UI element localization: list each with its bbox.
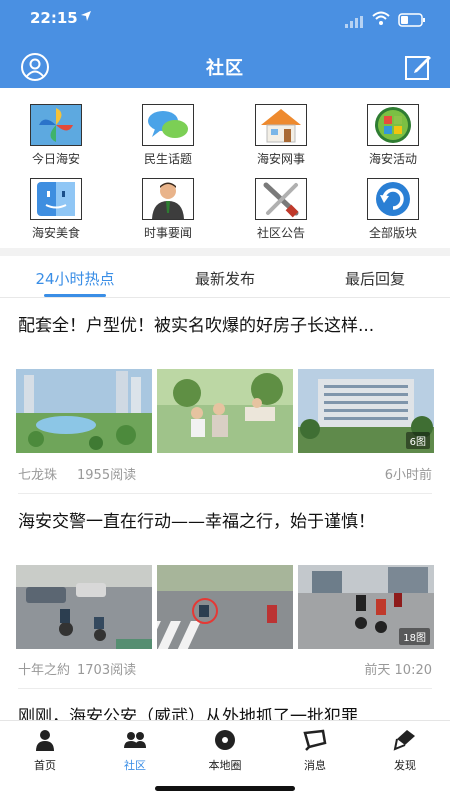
tab-24h-hot[interactable]: 24小时热点 (0, 268, 150, 289)
post-image[interactable]: 6图 (298, 369, 434, 453)
forum-label: 海安活动 (368, 152, 417, 166)
cellular-signal-icon (345, 13, 363, 28)
app-header: 22:15 社区 (0, 0, 450, 88)
forum-item-all-boards[interactable]: 全部版块 (337, 166, 449, 242)
pinwheel-icon (30, 104, 82, 146)
post-title[interactable]: 刚刚，海安公安（威武）从外地抓了一批犯罪 (18, 705, 438, 721)
post-image[interactable] (16, 369, 152, 453)
forum-item-livelihood[interactable]: 民生话题 (112, 92, 224, 168)
tools-icon (255, 178, 307, 220)
post-card[interactable]: 刚刚，海安公安（威武）从外地抓了一批犯罪 (0, 703, 450, 721)
image-count-badge: 18图 (399, 628, 430, 645)
section-divider (0, 248, 450, 256)
forum-label: 社区公告 (256, 226, 305, 240)
chat-bubbles-icon (142, 104, 194, 146)
discover-pen-icon (393, 729, 417, 751)
post-separator (18, 493, 432, 494)
forum-label: 民生话题 (143, 152, 192, 166)
post-images: 6图 (16, 369, 434, 453)
forum-item-netnews[interactable]: 海安网事 (225, 92, 337, 168)
message-flag-icon (303, 729, 327, 751)
forum-item-food[interactable]: 海安美食 (0, 166, 112, 242)
finder-face-icon (30, 178, 82, 220)
nav-label: 发现 (394, 759, 416, 772)
forum-label: 全部版块 (368, 226, 417, 240)
nav-label: 社区 (124, 759, 146, 772)
forum-grid: 今日海安 民生话题 海安网事 海安活动 海安美食 时事要闻 社区公告 全部版块 (0, 88, 450, 248)
wifi-icon (372, 10, 390, 26)
status-bar: 22:15 (0, 0, 450, 40)
post-author[interactable]: 七龙珠 (18, 464, 57, 483)
nav-label: 首页 (34, 759, 56, 772)
forum-label: 时事要闻 (143, 226, 192, 240)
forum-label: 海安网事 (256, 152, 305, 166)
home-indicator[interactable] (155, 786, 295, 791)
forum-item-today-haian[interactable]: 今日海安 (0, 92, 112, 168)
post-separator (18, 688, 432, 689)
forum-item-announcements[interactable]: 社区公告 (225, 166, 337, 242)
post-read-count: 1703阅读 (77, 663, 137, 678)
forum-label: 海安美食 (31, 226, 80, 240)
disc-icon (213, 729, 237, 751)
house-icon (255, 104, 307, 146)
person-icon (33, 729, 57, 751)
post-title[interactable]: 海安交警一直在行动——幸福之行，始于谨慎！ (18, 510, 418, 535)
post-time: 6小时前 (384, 468, 432, 483)
post-author[interactable]: 十年之約 (18, 659, 70, 678)
post-image[interactable] (16, 565, 152, 649)
post-time: 前天 10:20 (364, 663, 432, 678)
page-title: 社区 (206, 58, 244, 79)
post-images: 18图 (16, 565, 434, 649)
tab-latest[interactable]: 最新发布 (150, 268, 300, 289)
forum-item-current-affairs[interactable]: 时事要闻 (112, 166, 224, 242)
nav-label: 本地圈 (208, 759, 242, 772)
location-arrow-icon (80, 10, 92, 25)
battery-icon (398, 12, 426, 27)
people-group-icon (123, 729, 147, 751)
nav-messages[interactable]: 消息 (270, 727, 360, 777)
nav-local-circle[interactable]: 本地圈 (180, 727, 270, 777)
status-time: 22:15 (30, 9, 78, 27)
refresh-icon (367, 178, 419, 220)
nav-label: 消息 (304, 759, 326, 772)
nav-community[interactable]: 社区 (90, 727, 180, 777)
post-image[interactable] (157, 565, 293, 649)
post-image[interactable]: 18图 (298, 565, 434, 649)
image-count-badge: 6图 (405, 432, 430, 449)
post-read-count: 1955阅读 (77, 468, 137, 483)
post-image[interactable] (157, 369, 293, 453)
title-bar: 社区 (0, 44, 450, 88)
forum-item-activities[interactable]: 海安活动 (337, 92, 449, 168)
tab-last-reply[interactable]: 最后回复 (300, 268, 450, 289)
feed-tabs: 24小时热点 最新发布 最后回复 (0, 256, 450, 298)
forum-label: 今日海安 (31, 152, 80, 166)
post-title[interactable]: 配套全！户型优！被实名吹爆的好房子长这样... (18, 314, 418, 339)
nav-discover[interactable]: 发现 (360, 727, 450, 777)
active-tab-indicator (44, 294, 106, 297)
businessman-icon (142, 178, 194, 220)
nav-home[interactable]: 首页 (0, 727, 90, 777)
windows-orb-icon (367, 104, 419, 146)
compose-edit-icon[interactable] (403, 52, 433, 82)
